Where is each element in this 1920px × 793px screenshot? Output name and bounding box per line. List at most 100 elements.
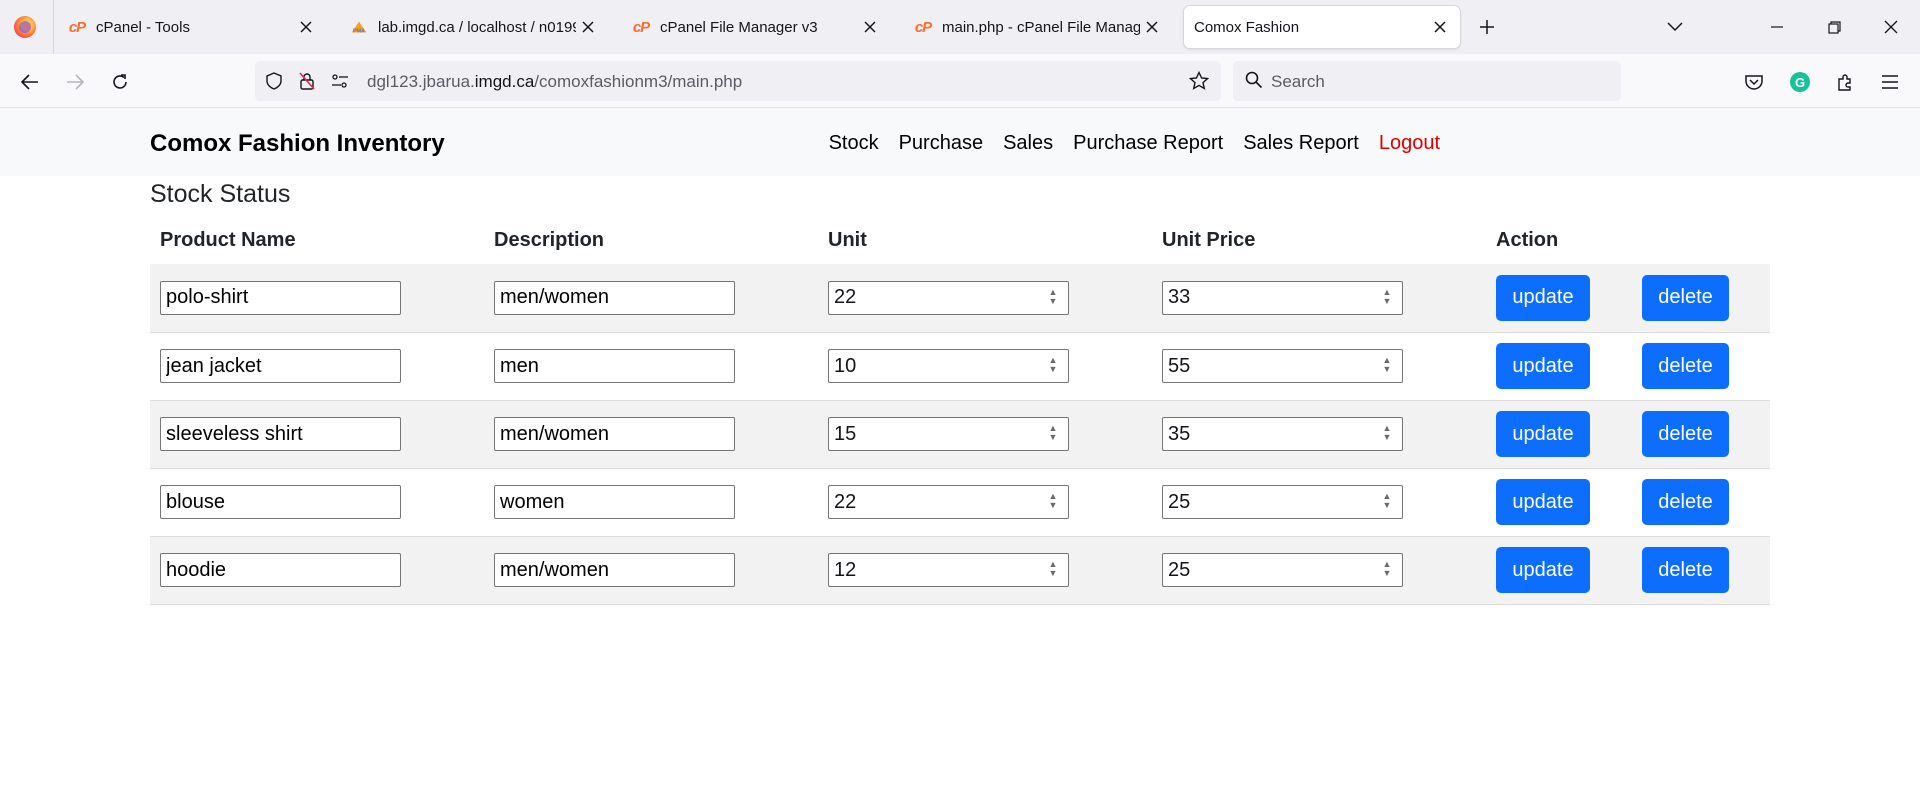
unit-number-input[interactable]: 15 ▲ ▼ xyxy=(828,417,1069,451)
nav-purchase-link[interactable]: Purchase xyxy=(899,132,984,155)
firefox-menu-icon[interactable] xyxy=(14,16,36,38)
product-name-input[interactable] xyxy=(160,280,401,315)
app-brand[interactable]: Comox Fashion Inventory xyxy=(150,130,445,158)
spinner-icon[interactable]: ▲ ▼ xyxy=(1380,287,1394,308)
nav-sales-link[interactable]: Sales xyxy=(1003,132,1053,155)
hamburger-menu-icon[interactable] xyxy=(1874,66,1906,98)
url-text: dgl123.jbarua.imgd.ca/comoxfashionm3/mai… xyxy=(367,72,743,91)
description-input[interactable] xyxy=(494,553,735,587)
product-name-input[interactable] xyxy=(160,349,401,383)
unit-number-input[interactable]: 10 ▲ ▼ xyxy=(828,349,1069,383)
table-row: 10 ▲▼ 55 ▲▼ update delete xyxy=(150,332,1770,401)
price-value: 25 xyxy=(1168,558,1191,581)
column-header-product-name: Product Name xyxy=(160,228,296,251)
close-tab-icon[interactable] xyxy=(294,15,318,39)
description-input[interactable] xyxy=(494,349,735,383)
cpanel-icon: cP xyxy=(914,18,932,36)
update-button[interactable]: update xyxy=(1496,547,1590,593)
restore-window-icon[interactable] xyxy=(1819,12,1849,42)
update-button[interactable]: update xyxy=(1496,479,1590,525)
unit-price-number-input[interactable]: 25 ▲ ▼ xyxy=(1162,553,1403,587)
new-tab-icon[interactable] xyxy=(1474,14,1500,40)
browser-navigation-toolbar: dgl123.jbarua.imgd.ca/comoxfashionm3/mai… xyxy=(0,54,1920,108)
column-header-unit: Unit xyxy=(828,228,867,251)
search-bar[interactable]: Search xyxy=(1233,61,1621,101)
spinner-icon[interactable]: ▲ ▼ xyxy=(1046,356,1060,376)
close-window-icon[interactable] xyxy=(1876,12,1906,42)
shield-icon[interactable] xyxy=(263,70,285,92)
unit-price-number-input[interactable]: 55 ▲ ▼ xyxy=(1162,349,1403,383)
product-name-input[interactable] xyxy=(160,553,401,587)
bookmark-star-icon[interactable] xyxy=(1188,70,1210,92)
unit-price-number-input[interactable]: 25 ▲ ▼ xyxy=(1162,485,1403,519)
table-row: 22 ▲▼ 33 ▲▼ update delete xyxy=(150,264,1770,333)
address-bar[interactable]: dgl123.jbarua.imgd.ca/comoxfashionm3/mai… xyxy=(255,61,1221,101)
spinner-icon[interactable]: ▲ ▼ xyxy=(1046,492,1060,512)
unit-price-number-input[interactable]: 35 ▲ ▼ xyxy=(1162,417,1403,451)
unit-price-number-input[interactable]: 33 ▲ ▼ xyxy=(1162,280,1403,315)
nav-sales-report-link[interactable]: Sales Report xyxy=(1243,132,1359,155)
delete-button[interactable]: delete xyxy=(1642,343,1729,389)
description-input[interactable] xyxy=(494,485,735,519)
description-input[interactable] xyxy=(494,280,735,315)
minimize-window-icon[interactable] xyxy=(1762,12,1792,42)
update-button[interactable]: update xyxy=(1496,343,1590,389)
table-row: 15 ▲▼ 35 ▲▼ update delete xyxy=(150,400,1770,469)
tab-comox-fashion[interactable]: Comox Fashion xyxy=(1184,6,1460,48)
grammarly-extension-icon[interactable]: G xyxy=(1784,66,1816,98)
app-navbar: Comox Fashion Inventory Stock Purchase S… xyxy=(0,108,1920,176)
stock-table: Product Name Description Unit Unit Price… xyxy=(150,216,1770,605)
unit-number-input[interactable]: 12 ▲ ▼ xyxy=(828,553,1069,587)
cpanel-icon: cP xyxy=(632,18,650,36)
product-name-input[interactable] xyxy=(160,417,401,451)
tab-separator xyxy=(53,0,54,54)
delete-button[interactable]: delete xyxy=(1642,547,1729,593)
phpmyadmin-icon: PMA xyxy=(350,18,368,36)
forward-arrow-icon[interactable] xyxy=(59,66,91,98)
close-tab-icon[interactable] xyxy=(1140,15,1164,39)
close-tab-icon[interactable] xyxy=(1428,15,1452,39)
search-placeholder: Search xyxy=(1271,72,1325,91)
unit-value: 22 xyxy=(834,490,857,513)
pocket-icon[interactable] xyxy=(1738,66,1770,98)
tab-title: cPanel - Tools xyxy=(96,18,190,36)
spinner-icon[interactable]: ▲ ▼ xyxy=(1380,492,1394,512)
spinner-icon[interactable]: ▲ ▼ xyxy=(1046,424,1060,444)
spinner-icon[interactable]: ▲ ▼ xyxy=(1380,424,1394,444)
back-arrow-icon[interactable] xyxy=(14,66,46,98)
delete-button[interactable]: delete xyxy=(1642,411,1729,457)
tab-main-php[interactable]: cP main.php - cPanel File Manager xyxy=(902,6,1172,48)
description-input[interactable] xyxy=(494,417,735,451)
close-tab-icon[interactable] xyxy=(858,15,882,39)
column-header-action: Action xyxy=(1496,228,1559,251)
nav-stock-link[interactable]: Stock xyxy=(829,132,879,155)
site-permissions-icon[interactable] xyxy=(329,70,351,92)
close-tab-icon[interactable] xyxy=(576,15,600,39)
unit-value: 12 xyxy=(834,558,857,581)
extensions-puzzle-icon[interactable] xyxy=(1829,66,1861,98)
column-header-unit-price: Unit Price xyxy=(1162,228,1256,251)
update-button[interactable]: update xyxy=(1496,411,1590,457)
product-name-input[interactable] xyxy=(160,485,401,519)
page-title: Stock Status xyxy=(150,180,291,208)
spinner-icon[interactable]: ▲ ▼ xyxy=(1046,560,1060,580)
reload-icon[interactable] xyxy=(104,66,136,98)
spinner-icon[interactable]: ▲ ▼ xyxy=(1380,560,1394,580)
tab-title: main.php - cPanel File Manager xyxy=(942,18,1140,36)
tab-cpanel-file-manager[interactable]: cP cPanel File Manager v3 xyxy=(620,6,890,48)
nav-purchase-report-link[interactable]: Purchase Report xyxy=(1073,132,1223,155)
list-all-tabs-chevron-down-icon[interactable] xyxy=(1660,12,1690,42)
spinner-icon[interactable]: ▲ ▼ xyxy=(1046,287,1060,308)
unit-number-input[interactable]: 22 ▲ ▼ xyxy=(828,485,1069,519)
unit-number-input[interactable]: 22 ▲ ▼ xyxy=(828,280,1069,315)
tab-cpanel-tools[interactable]: cP cPanel - Tools xyxy=(56,6,326,48)
tab-phpmyadmin[interactable]: PMA lab.imgd.ca / localhost / n0199 xyxy=(338,6,608,48)
spinner-icon[interactable]: ▲ ▼ xyxy=(1380,356,1394,376)
app-menu: Stock Purchase Sales Purchase Report Sal… xyxy=(809,132,1440,155)
delete-button[interactable]: delete xyxy=(1642,479,1729,525)
update-button[interactable]: update xyxy=(1496,274,1590,321)
nav-logout-link[interactable]: Logout xyxy=(1379,132,1440,155)
delete-button[interactable]: delete xyxy=(1642,274,1729,321)
insecure-lock-icon[interactable] xyxy=(296,70,318,92)
svg-text:PMA: PMA xyxy=(353,28,365,34)
